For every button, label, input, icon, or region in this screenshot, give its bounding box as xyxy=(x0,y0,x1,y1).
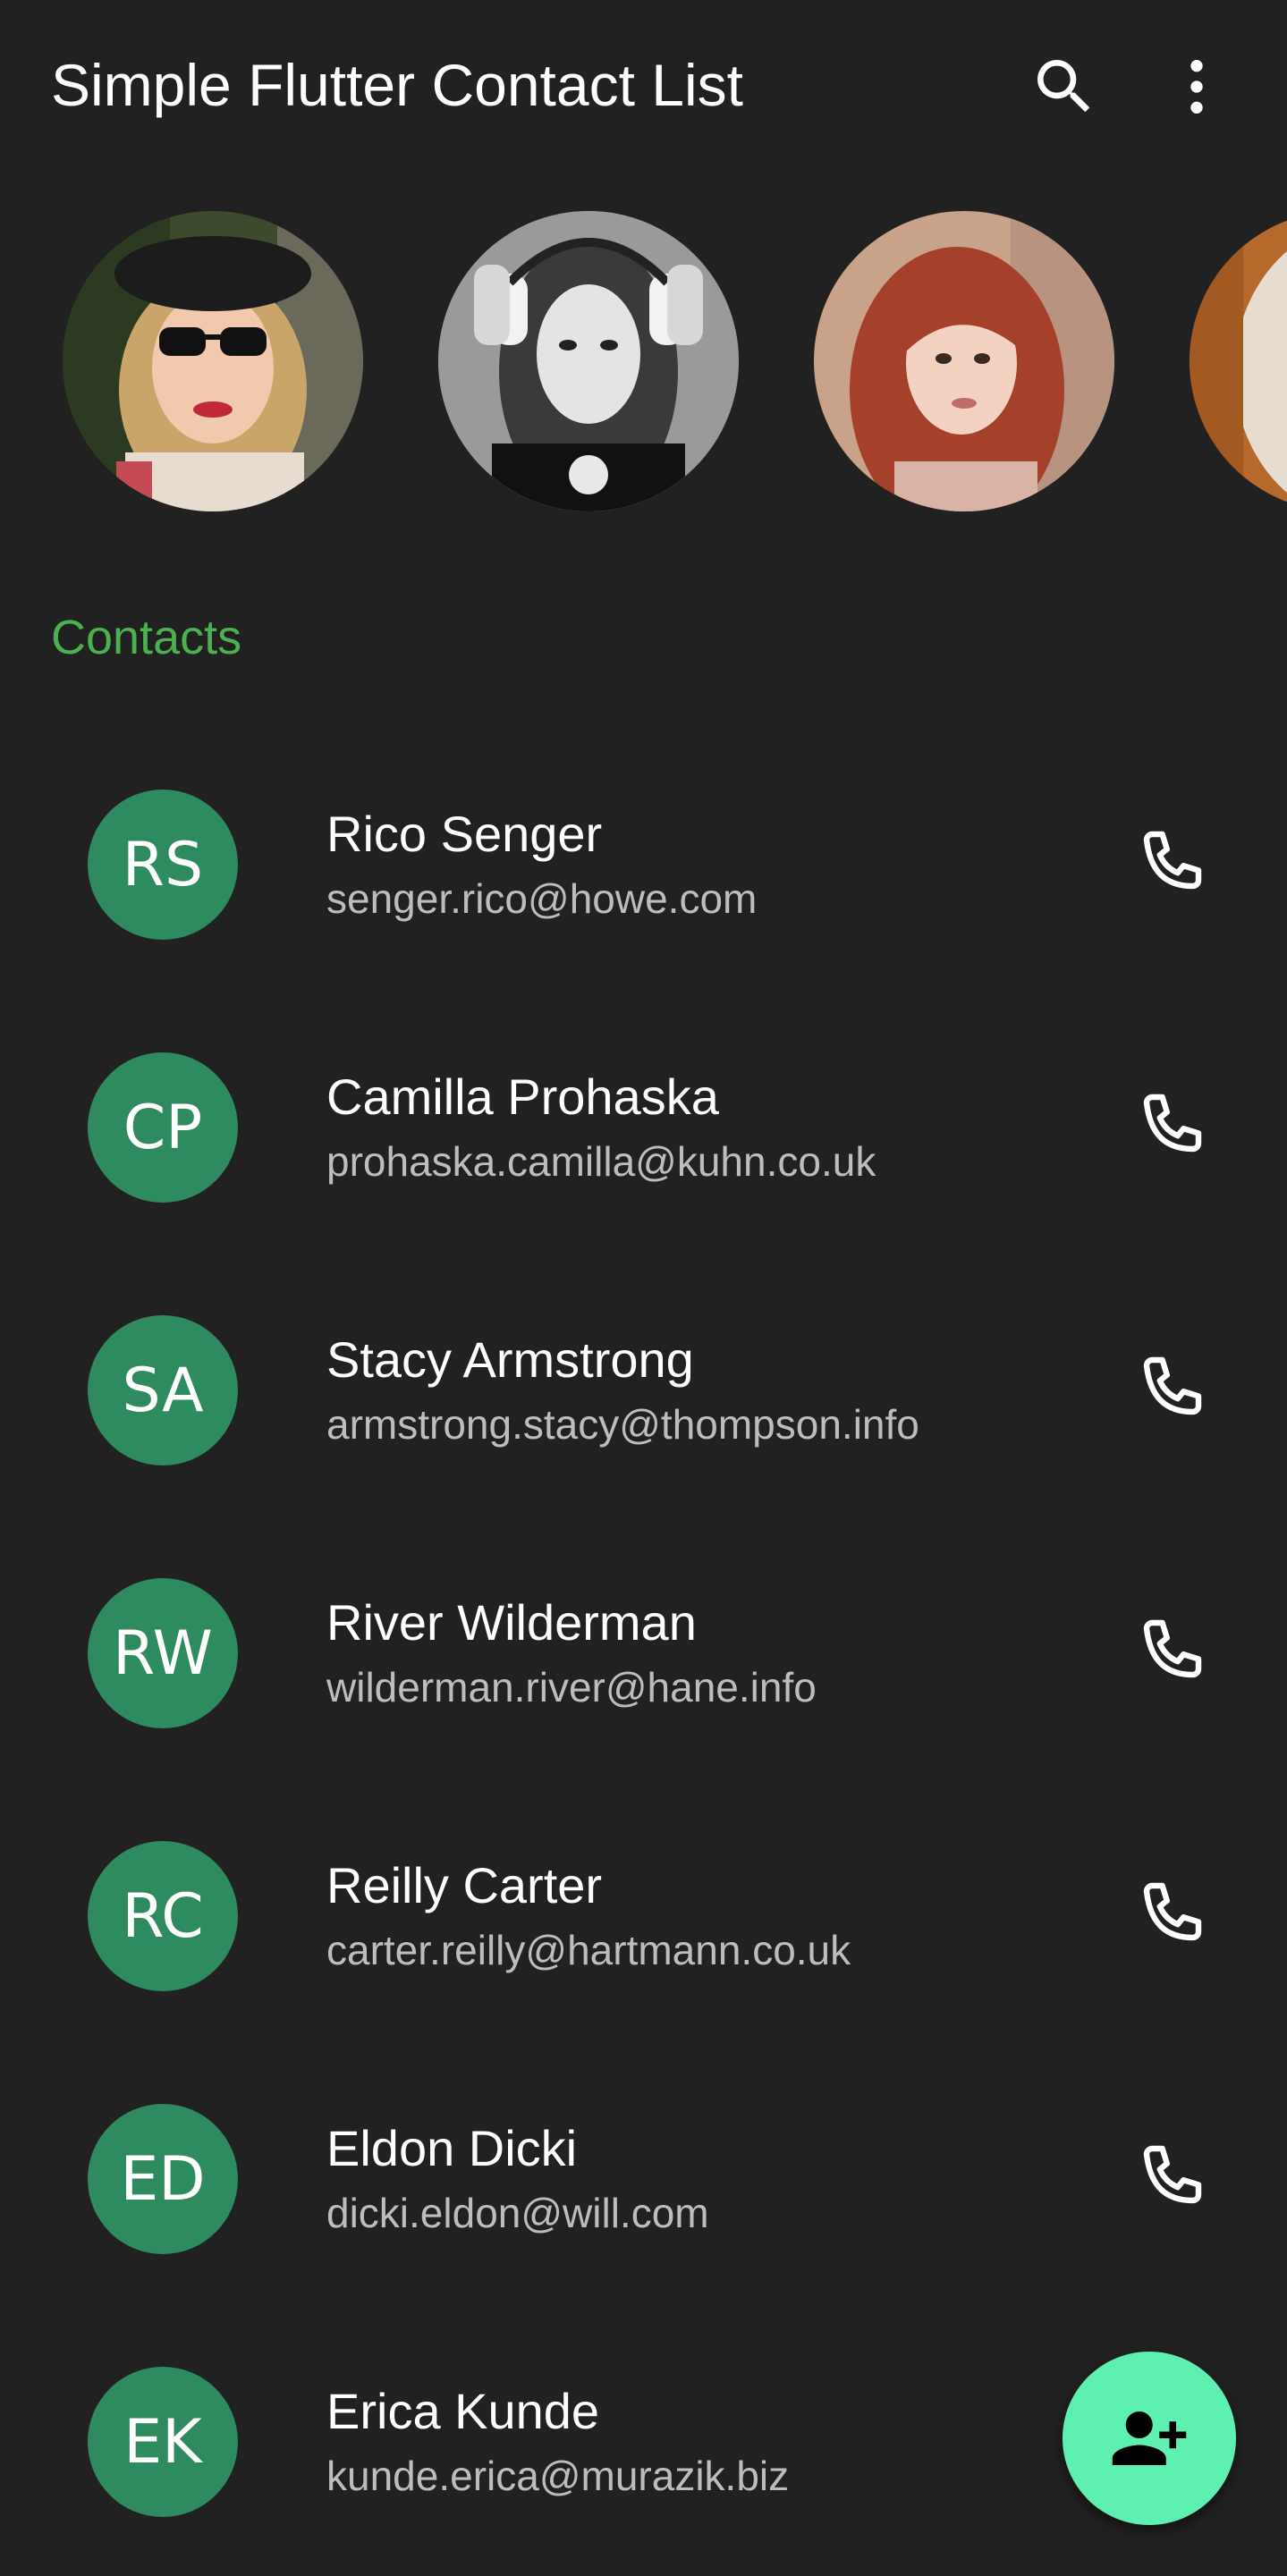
more-options-button[interactable] xyxy=(1147,38,1246,136)
search-button[interactable] xyxy=(1015,38,1113,136)
avatar-photo-4[interactable] xyxy=(1190,211,1287,511)
contact-email: carter.reilly@hartmann.co.uk xyxy=(326,1927,851,1973)
phone-icon xyxy=(1143,2145,1202,2204)
person-add-icon xyxy=(1112,2411,1187,2465)
contact-initials-avatar: RC xyxy=(88,1841,238,1991)
contact-name: Rico Senger xyxy=(326,806,603,862)
contact-name: Stacy Armstrong xyxy=(326,1331,694,1388)
call-button[interactable] xyxy=(1118,1074,1225,1181)
call-button[interactable] xyxy=(1118,1600,1225,1707)
app-screen: Simple Flutter Contact List Contacts RS … xyxy=(0,0,1287,2576)
call-button[interactable] xyxy=(1118,1337,1225,1444)
contact-name: Camilla Prohaska xyxy=(326,1068,719,1125)
contact-email: senger.rico@howe.com xyxy=(326,875,758,922)
contact-initials-avatar: SA xyxy=(88,1315,238,1465)
contact-initials-avatar: ED xyxy=(88,2104,238,2254)
contact-initials-avatar: EK xyxy=(88,2367,238,2517)
contact-row[interactable]: SA Stacy Armstrong armstrong.stacy@thomp… xyxy=(0,1259,1287,1522)
contact-initials-avatar: CP xyxy=(88,1052,238,1203)
contact-name: Erica Kunde xyxy=(326,2383,600,2439)
contact-row[interactable]: RW River Wilderman wilderman.river@hane.… xyxy=(0,1522,1287,1785)
search-icon xyxy=(1037,60,1090,113)
app-bar: Simple Flutter Contact List xyxy=(0,0,1287,170)
stories-carousel[interactable] xyxy=(0,211,1287,515)
contact-email: wilderman.river@hane.info xyxy=(326,1664,817,1710)
avatar-photo-2[interactable] xyxy=(438,211,739,511)
contact-initials-avatar: RW xyxy=(88,1578,238,1728)
contact-row[interactable]: RS Rico Senger senger.rico@howe.com xyxy=(0,733,1287,996)
phone-icon xyxy=(1143,1356,1202,1415)
call-button[interactable] xyxy=(1118,811,1225,918)
more-vert-icon xyxy=(1190,60,1203,114)
app-title: Simple Flutter Contact List xyxy=(51,52,743,118)
avatar-photo-3[interactable] xyxy=(814,211,1114,511)
contact-list: RS Rico Senger senger.rico@howe.com CP C… xyxy=(0,733,1287,2573)
add-contact-fab[interactable] xyxy=(1063,2352,1236,2525)
contact-name: Reilly Carter xyxy=(326,1857,603,1913)
call-button[interactable] xyxy=(1118,2125,1225,2233)
section-header-contacts: Contacts xyxy=(51,611,242,664)
phone-icon xyxy=(1143,1094,1202,1153)
phone-icon xyxy=(1143,831,1202,890)
contact-row[interactable]: RC Reilly Carter carter.reilly@hartmann.… xyxy=(0,1785,1287,2048)
contact-row[interactable]: ED Eldon Dicki dicki.eldon@will.com xyxy=(0,2048,1287,2310)
contact-email: kunde.erica@murazik.biz xyxy=(326,2453,790,2499)
contact-email: prohaska.camilla@kuhn.co.uk xyxy=(326,1138,876,1185)
call-button[interactable] xyxy=(1118,1862,1225,1970)
contact-name: River Wilderman xyxy=(326,1594,697,1651)
contact-row[interactable]: CP Camilla Prohaska prohaska.camilla@kuh… xyxy=(0,996,1287,1259)
phone-icon xyxy=(1143,1619,1202,1678)
phone-icon xyxy=(1143,1882,1202,1941)
contact-email: armstrong.stacy@thompson.info xyxy=(326,1401,919,1448)
avatar-photo-1[interactable] xyxy=(63,211,363,511)
contact-name: Eldon Dicki xyxy=(326,2120,578,2176)
contact-initials-avatar: RS xyxy=(88,790,238,940)
contact-email: dicki.eldon@will.com xyxy=(326,2190,709,2236)
